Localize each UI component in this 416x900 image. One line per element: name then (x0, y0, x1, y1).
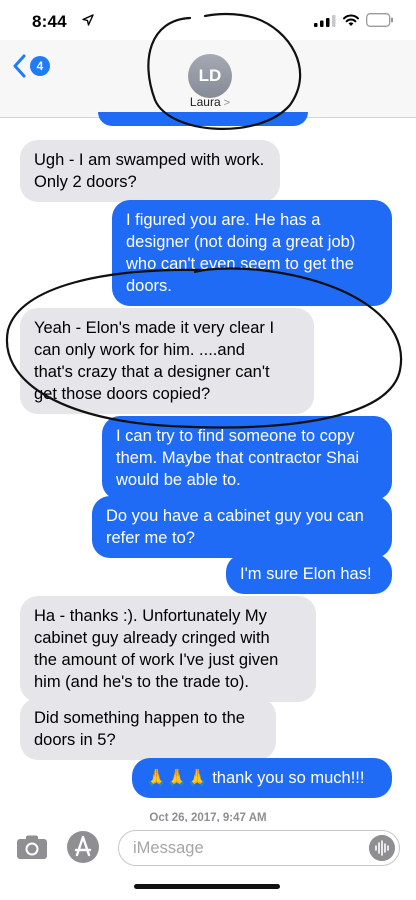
message-bubble-received[interactable]: Did something happen to the doors in 5? (20, 698, 276, 760)
audio-waveform-icon[interactable] (369, 835, 395, 861)
battery-icon (366, 13, 393, 27)
previous-message-bubble (98, 112, 308, 126)
home-indicator[interactable] (134, 884, 280, 889)
status-time: 8:44 (32, 12, 67, 31)
wifi-icon (343, 14, 359, 26)
contact-name: Laura (189, 95, 221, 109)
cellular-signal-icon (314, 15, 336, 27)
message-bubble-received[interactable]: Yeah - Elon's made it very clear I can o… (20, 308, 314, 414)
chevron-left-icon[interactable] (12, 54, 26, 78)
message-bubble-sent[interactable]: Do you have a cabinet guy you can refer … (92, 496, 392, 558)
location-arrow-icon (82, 14, 94, 26)
status-bar: 8:44 (0, 0, 416, 40)
app-store-icon[interactable] (66, 830, 100, 864)
message-bubble-received[interactable]: Ha - thanks :). Unfortunately My cabinet… (20, 596, 316, 702)
message-bubble-sent[interactable]: I'm sure Elon has! (226, 554, 392, 594)
chevron-right-icon: > (223, 97, 231, 109)
contact-avatar[interactable]: LD (188, 54, 232, 98)
conversation-header: 4 LD Laura > (0, 40, 416, 118)
imessage-input[interactable]: iMessage (118, 830, 400, 866)
back-button[interactable]: 4 (12, 54, 52, 80)
input-bar: iMessage (0, 822, 416, 900)
message-bubble-sent[interactable]: I figured you are. He has a designer (no… (112, 200, 392, 306)
message-bubble-received[interactable]: Ugh - I am swamped with work. Only 2 doo… (20, 140, 280, 202)
message-thread[interactable]: Ugh - I am swamped with work. Only 2 doo… (0, 112, 416, 818)
message-bubble-sent[interactable]: 🙏🙏🙏 thank you so much!!! (132, 758, 392, 798)
imessage-placeholder: iMessage (133, 839, 204, 857)
camera-icon[interactable] (16, 834, 48, 860)
unread-count-badge: 4 (30, 56, 50, 76)
contact-name-button[interactable]: Laura > (180, 95, 240, 109)
message-bubble-sent[interactable]: I can try to find someone to copy them. … (102, 416, 392, 500)
